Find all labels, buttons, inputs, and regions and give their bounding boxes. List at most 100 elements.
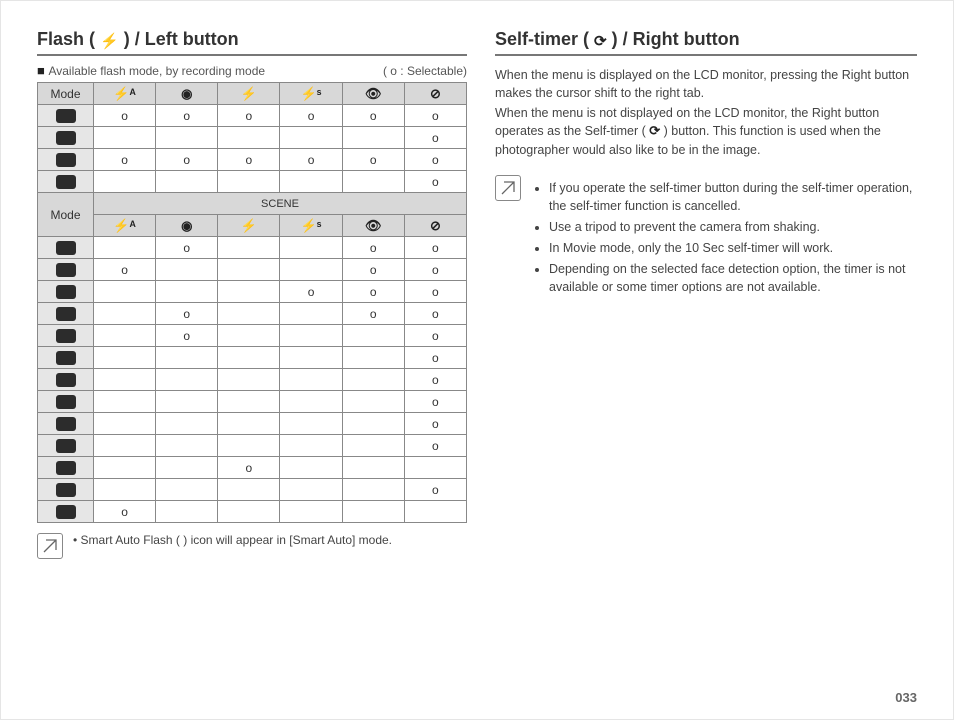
table-cell — [156, 501, 218, 523]
table-cell: o — [404, 347, 466, 369]
table-cell — [280, 303, 342, 325]
table-cell: o — [156, 325, 218, 347]
timer-icon: ⟳ — [594, 33, 607, 50]
table-cell — [156, 369, 218, 391]
legend-row: ■ Available flash mode, by recording mod… — [37, 64, 467, 78]
table-cell — [94, 237, 156, 259]
table-cell — [280, 325, 342, 347]
table-cell — [280, 413, 342, 435]
table-cell — [156, 259, 218, 281]
table-cell — [280, 457, 342, 479]
table-cell: o — [404, 325, 466, 347]
flash-auto-icon: ⚡ᴬ — [113, 86, 136, 101]
table-cell: o — [94, 259, 156, 281]
table-cell: o — [404, 391, 466, 413]
table-cell — [342, 127, 404, 149]
eye-icon: ◉ — [181, 86, 192, 101]
table-row: o — [38, 369, 467, 391]
table-cell — [156, 413, 218, 435]
list-item: Use a tripod to prevent the camera from … — [549, 218, 917, 237]
table-cell: o — [94, 501, 156, 523]
table-cell — [156, 457, 218, 479]
table-cell — [280, 391, 342, 413]
bullet: • — [73, 533, 77, 547]
flash-icon: ⚡ — [241, 86, 257, 101]
mode-row-icon — [38, 127, 94, 149]
mode-chip-icon — [56, 351, 76, 365]
body-paragraph-2: When the menu is not displayed on the LC… — [495, 104, 917, 158]
table-cell: o — [404, 237, 466, 259]
table-cell: o — [156, 149, 218, 171]
legend-left: Available flash mode, by recording mode — [48, 64, 265, 78]
legend-right: ( o : Selectable) — [383, 64, 467, 78]
mode-chip-icon — [56, 307, 76, 321]
table-cell — [342, 435, 404, 457]
table-cell — [94, 303, 156, 325]
table-cell — [342, 479, 404, 501]
table-cell: o — [94, 105, 156, 127]
flash-redeye-icon: 👁 — [365, 86, 382, 101]
flash-title: Flash ( ⚡ ) / Left button — [37, 29, 467, 56]
col-flash-off: ⊘ — [404, 83, 466, 105]
table-row: o — [38, 127, 467, 149]
mode-chip-icon — [56, 175, 76, 189]
table-cell: o — [404, 105, 466, 127]
table-cell — [156, 171, 218, 193]
table-cell: o — [280, 105, 342, 127]
flash-slow-icon: ⚡ˢ — [301, 218, 322, 233]
flash-off-icon: ⊘ — [430, 218, 441, 233]
mode-chip-icon — [56, 373, 76, 387]
table-row: o — [38, 457, 467, 479]
flash-off-icon: ⊘ — [430, 86, 441, 101]
flash-auto-icon: ⚡ᴬ — [113, 218, 136, 233]
mode-row-icon — [38, 391, 94, 413]
flash-icon: ⚡ — [100, 33, 119, 50]
body-paragraph-1: When the menu is displayed on the LCD mo… — [495, 66, 917, 102]
table-cell — [94, 435, 156, 457]
table-cell: o — [156, 105, 218, 127]
table-cell: o — [404, 149, 466, 171]
list-item: Depending on the selected face detection… — [549, 260, 917, 298]
table-row: o — [38, 347, 467, 369]
table-cell — [218, 237, 280, 259]
table-cell — [280, 259, 342, 281]
list-item: If you operate the self-timer button dur… — [549, 179, 917, 217]
mode-row-icon — [38, 237, 94, 259]
table-cell — [218, 347, 280, 369]
selftimer-title-prefix: Self-timer ( — [495, 29, 594, 49]
mode-chip-icon — [56, 505, 76, 519]
table-cell — [156, 435, 218, 457]
flash-icon: ⚡ — [241, 218, 257, 233]
table-cell — [94, 413, 156, 435]
table-row: o — [38, 171, 467, 193]
scene-subheader-row: ⚡ᴬ ◉ ⚡ ⚡ˢ 👁 ⊘ — [38, 215, 467, 237]
table-cell — [94, 391, 156, 413]
note-text: Smart Auto Flash ( ) icon will appear in… — [81, 533, 392, 547]
mode-chip-icon — [56, 329, 76, 343]
table-row: o — [38, 479, 467, 501]
table-row: ooo — [38, 303, 467, 325]
table-row: oo — [38, 325, 467, 347]
flash-title-prefix: Flash ( — [37, 29, 100, 49]
list-item: In Movie mode, only the 10 Sec self-time… — [549, 239, 917, 258]
table-cell — [218, 479, 280, 501]
table-cell: o — [280, 149, 342, 171]
scene-header: SCENE — [94, 193, 467, 215]
table-cell: o — [342, 281, 404, 303]
mode-header: Mode — [38, 83, 94, 105]
table-cell — [342, 347, 404, 369]
table-cell — [156, 281, 218, 303]
table-cell: o — [94, 149, 156, 171]
table-cell — [218, 325, 280, 347]
table-cell — [342, 391, 404, 413]
table-cell: o — [404, 303, 466, 325]
mode-row-icon — [38, 303, 94, 325]
selftimer-note: If you operate the self-timer button dur… — [495, 175, 917, 300]
table-cell: o — [404, 281, 466, 303]
table-cell — [342, 501, 404, 523]
flash-slow-icon: ⚡ˢ — [301, 86, 322, 101]
timer-icon: ⟳ — [649, 123, 660, 138]
mode-row-icon — [38, 501, 94, 523]
table-header-row: Mode ⚡ᴬ ◉ ⚡ ⚡ˢ 👁 ⊘ — [38, 83, 467, 105]
table-cell — [342, 171, 404, 193]
